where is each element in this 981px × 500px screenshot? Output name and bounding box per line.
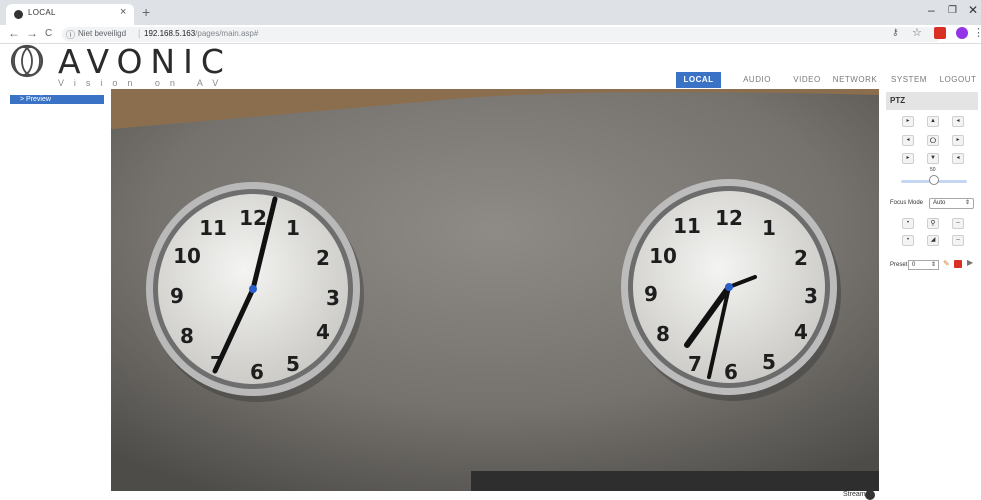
- zoom-in-button[interactable]: •: [902, 218, 914, 229]
- preset-edit-icon[interactable]: ✎: [943, 259, 950, 268]
- logo-tagline: Vision on AV: [58, 78, 229, 88]
- nav-video[interactable]: VIDEO: [786, 72, 828, 88]
- stepper-icon: ⇕: [930, 262, 936, 268]
- ptz-down-right-button[interactable]: ◂: [952, 153, 964, 164]
- url-host: 192.168.5.163: [144, 29, 196, 38]
- bookmark-star-icon[interactable]: ☆: [912, 26, 922, 39]
- info-icon[interactable]: ⓘ: [66, 28, 75, 41]
- svg-text:12: 12: [239, 206, 267, 230]
- nav-local[interactable]: LOCAL: [676, 72, 721, 88]
- url-path: /pages/main.asp#: [195, 29, 259, 38]
- ptz-left-button[interactable]: ◂: [902, 135, 914, 146]
- svg-text:3: 3: [804, 284, 818, 308]
- logo-wordmark: AVONIC: [58, 42, 232, 81]
- forward-icon[interactable]: →: [26, 26, 38, 40]
- nav-audio[interactable]: AUDIO: [736, 72, 778, 88]
- reload-icon[interactable]: C: [45, 28, 52, 39]
- ptz-panel: PTZ ▸ ▲ ◂ ◂ ⭘ ▸ ▸ ▼ ◂ 50 Focus Mode Auto…: [886, 92, 978, 282]
- svg-text:11: 11: [199, 216, 227, 240]
- ptz-home-button[interactable]: ⭘: [927, 135, 939, 146]
- preset-delete-icon[interactable]: [954, 260, 962, 268]
- ptz-up-left-button[interactable]: ▸: [902, 116, 914, 127]
- url-text: 192.168.5.163/pages/main.asp#: [144, 29, 258, 38]
- select-arrows-icon: ⇕: [964, 200, 970, 206]
- preset-value: 0: [912, 262, 916, 268]
- preset-label: Preset: [890, 262, 908, 268]
- svg-text:6: 6: [724, 360, 738, 384]
- avonic-logo-icon: [10, 44, 44, 78]
- svg-text:3: 3: [326, 286, 340, 310]
- ptz-speed-slider-handle[interactable]: [929, 175, 939, 185]
- close-tab-icon[interactable]: ×: [120, 6, 126, 18]
- focus-icon[interactable]: ◢: [927, 235, 939, 246]
- security-status: Niet beveiligd: [78, 29, 127, 38]
- sidebar-item-preview[interactable]: > Preview: [10, 95, 104, 104]
- svg-text:5: 5: [286, 352, 300, 376]
- focus-mode-value: Auto: [933, 200, 946, 206]
- nav-logout[interactable]: LOGOUT: [936, 72, 980, 88]
- preset-play-icon[interactable]: ▶: [967, 258, 973, 267]
- svg-text:1: 1: [286, 216, 300, 240]
- extension-icon[interactable]: [934, 27, 946, 39]
- svg-text:11: 11: [673, 214, 701, 238]
- svg-text:10: 10: [649, 244, 677, 268]
- svg-text:10: 10: [173, 244, 201, 268]
- svg-text:1: 1: [762, 216, 776, 240]
- browser-tab[interactable]: LOCAL ×: [6, 4, 134, 25]
- browser-menu-icon[interactable]: ⋮: [973, 26, 981, 39]
- svg-text:9: 9: [170, 284, 184, 308]
- key-icon[interactable]: ⚷: [892, 27, 899, 38]
- ptz-title: PTZ: [886, 92, 978, 110]
- zoom-out-button[interactable]: –: [952, 218, 964, 229]
- tab-title: LOCAL: [28, 8, 56, 17]
- ptz-up-button[interactable]: ▲: [927, 116, 939, 127]
- preset-number-input[interactable]: 0 ⇕: [908, 260, 939, 270]
- nav-system[interactable]: SYSTEM: [888, 72, 930, 88]
- favicon-icon: [14, 10, 23, 19]
- focus-mode-select[interactable]: Auto ⇕: [929, 198, 974, 209]
- new-tab-button[interactable]: +: [142, 4, 150, 20]
- browser-tabstrip: LOCAL × + – ❐ ✕: [0, 0, 981, 25]
- minimize-icon[interactable]: –: [928, 3, 935, 17]
- back-icon[interactable]: ←: [8, 26, 20, 40]
- svg-text:12: 12: [715, 206, 743, 230]
- maximize-icon[interactable]: ❐: [948, 5, 957, 16]
- focus-near-button[interactable]: •: [902, 235, 914, 246]
- svg-text:5: 5: [762, 350, 776, 374]
- url-separator: |: [138, 28, 141, 38]
- svg-text:6: 6: [250, 360, 264, 384]
- svg-text:9: 9: [644, 282, 658, 306]
- svg-text:4: 4: [316, 320, 330, 344]
- focus-mode-label: Focus Mode: [890, 200, 924, 206]
- svg-text:2: 2: [794, 246, 808, 270]
- video-preview[interactable]: 1212 345 678 91011 1212 345 678 91011: [111, 89, 879, 491]
- camera-feed-image: 1212 345 678 91011 1212 345 678 91011: [111, 89, 879, 491]
- ptz-up-right-button[interactable]: ◂: [952, 116, 964, 127]
- svg-text:4: 4: [794, 320, 808, 344]
- stream-label: Stream: [843, 491, 866, 498]
- nav-network[interactable]: NETWORK: [830, 72, 880, 88]
- svg-text:8: 8: [180, 324, 194, 348]
- zoom-search-icon[interactable]: ⚲: [927, 218, 939, 229]
- svg-text:7: 7: [688, 352, 702, 376]
- svg-text:8: 8: [656, 322, 670, 346]
- profile-avatar[interactable]: [956, 27, 968, 39]
- address-bar[interactable]: ⓘ Niet beveiligd | 192.168.5.163/pages/m…: [62, 27, 942, 42]
- focus-far-button[interactable]: –: [952, 235, 964, 246]
- ptz-down-left-button[interactable]: ▸: [902, 153, 914, 164]
- ptz-right-button[interactable]: ▸: [952, 135, 964, 146]
- ptz-speed-value: 50: [930, 167, 936, 173]
- window-close-icon[interactable]: ✕: [968, 3, 978, 17]
- ptz-down-button[interactable]: ▼: [927, 153, 939, 164]
- svg-text:2: 2: [316, 246, 330, 270]
